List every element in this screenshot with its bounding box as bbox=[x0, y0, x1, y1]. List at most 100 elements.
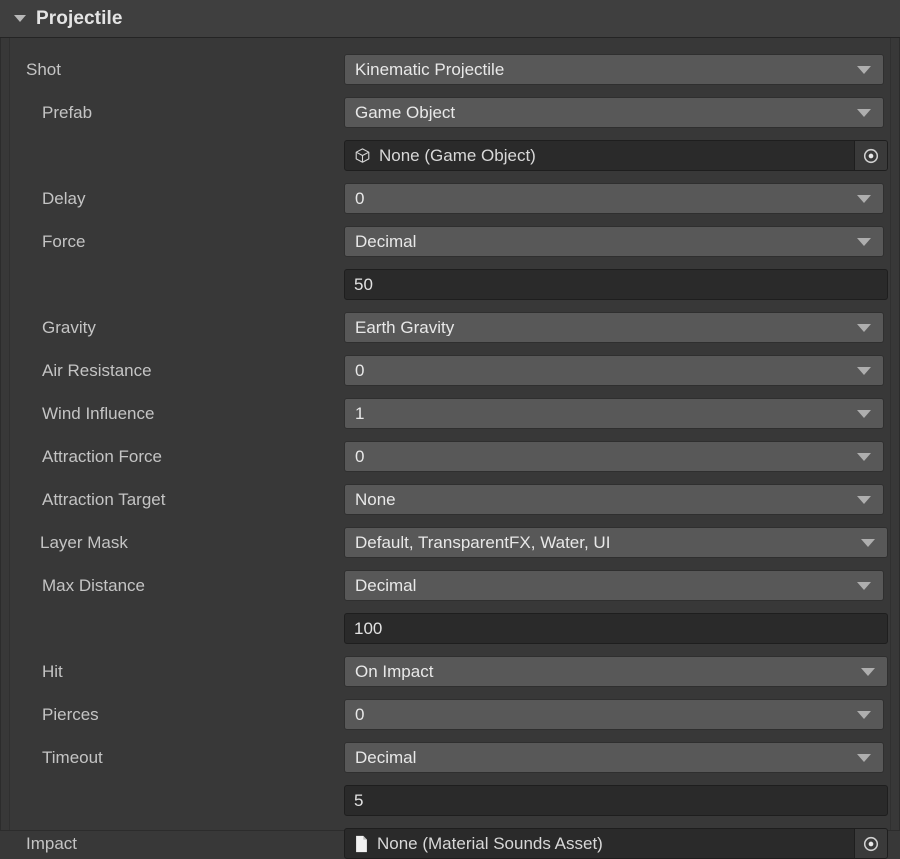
property-label-pierces: Pierces bbox=[42, 705, 99, 724]
property-row: Attraction Target None bbox=[10, 484, 890, 515]
property-row: Pierces 0 bbox=[10, 699, 890, 730]
object-field-value: None (Material Sounds Asset) bbox=[377, 834, 603, 853]
component-body: Shot Kinematic Projectile Prefab Game Objec… bbox=[0, 38, 900, 859]
property-row: 100 bbox=[10, 613, 890, 644]
property-row: Layer Mask Default, TransparentFX, Water,… bbox=[10, 527, 890, 558]
property-row: Air Resistance 0 bbox=[10, 355, 890, 386]
property-row: Wind Influence 1 bbox=[10, 398, 890, 429]
property-row: Hit On Impact bbox=[10, 656, 890, 687]
text-input-value: 100 bbox=[354, 619, 383, 638]
object-picker-icon[interactable] bbox=[862, 835, 880, 853]
dropdown-value: On Impact bbox=[355, 663, 434, 680]
text-input-value-17[interactable]: 5 bbox=[344, 785, 888, 816]
chevron-down-icon[interactable] bbox=[857, 409, 871, 418]
dropdown-value: Decimal bbox=[355, 233, 417, 250]
cube-icon bbox=[354, 147, 371, 164]
text-input-value: 50 bbox=[354, 275, 373, 294]
property-row: Force Decimal bbox=[10, 226, 890, 257]
dropdown-value: Decimal bbox=[355, 577, 417, 594]
property-label-shot: Shot bbox=[26, 60, 61, 79]
dropdown-attraction-force[interactable]: 0 bbox=[344, 441, 884, 472]
chevron-down-icon[interactable] bbox=[857, 323, 871, 332]
dropdown-layer-mask[interactable]: Default, TransparentFX, Water, UI bbox=[344, 527, 888, 558]
dropdown-value: 0 bbox=[355, 190, 365, 207]
object-picker-button[interactable] bbox=[854, 141, 887, 170]
projectile-inspector-panel: Projectile Shot Kinematic Projectile Prefa… bbox=[0, 0, 900, 859]
dropdown-value: Game Object bbox=[355, 104, 456, 121]
chevron-down-icon[interactable] bbox=[861, 667, 875, 676]
dropdown-value: Kinematic Projectile bbox=[355, 61, 505, 78]
dropdown-delay[interactable]: 0 bbox=[344, 183, 884, 214]
fields-container: Shot Kinematic Projectile Prefab Game Objec… bbox=[9, 38, 891, 859]
dropdown-hit[interactable]: On Impact bbox=[344, 656, 888, 687]
chevron-down-icon[interactable] bbox=[857, 581, 871, 590]
chevron-down-icon[interactable] bbox=[857, 495, 871, 504]
dropdown-gravity[interactable]: Earth Gravity bbox=[344, 312, 884, 343]
dropdown-force[interactable]: Decimal bbox=[344, 226, 884, 257]
property-label-timeout: Timeout bbox=[42, 748, 103, 767]
dropdown-value: 0 bbox=[355, 448, 365, 465]
property-label-delay: Delay bbox=[42, 189, 86, 208]
text-input-value-5[interactable]: 50 bbox=[344, 269, 888, 300]
dropdown-pierces[interactable]: 0 bbox=[344, 699, 884, 730]
property-row: Prefab Game Object bbox=[10, 97, 890, 128]
chevron-down-icon[interactable] bbox=[857, 452, 871, 461]
dropdown-timeout[interactable]: Decimal bbox=[344, 742, 884, 773]
dropdown-wind-influence[interactable]: 1 bbox=[344, 398, 884, 429]
property-row: Timeout Decimal bbox=[10, 742, 890, 773]
property-label-wind-influence: Wind Influence bbox=[42, 404, 155, 423]
dropdown-value: Default, TransparentFX, Water, UI bbox=[355, 534, 611, 551]
property-row: 5 bbox=[10, 785, 890, 816]
property-label-air-resistance: Air Resistance bbox=[42, 361, 152, 380]
property-label-impact: Impact bbox=[26, 834, 78, 853]
property-row: Gravity Earth Gravity bbox=[10, 312, 890, 343]
property-row: 50 bbox=[10, 269, 890, 300]
property-label-hit: Hit bbox=[42, 662, 63, 681]
object-field-value: None (Game Object) bbox=[379, 146, 536, 165]
property-label-force: Force bbox=[42, 232, 86, 251]
chevron-down-icon[interactable] bbox=[857, 753, 871, 762]
property-label-gravity: Gravity bbox=[42, 318, 96, 337]
object-field-impact[interactable]: None (Material Sounds Asset) bbox=[344, 828, 888, 859]
dropdown-value: None bbox=[355, 491, 396, 508]
dropdown-shot[interactable]: Kinematic Projectile bbox=[344, 54, 884, 85]
property-row: Delay 0 bbox=[10, 183, 890, 214]
dropdown-value: 1 bbox=[355, 405, 365, 422]
cube-icon bbox=[355, 148, 370, 163]
chevron-down-icon[interactable] bbox=[861, 538, 875, 547]
property-label-attraction-force: Attraction Force bbox=[42, 447, 162, 466]
property-row: Impact None (Material Sounds Asset) bbox=[10, 828, 890, 859]
text-input-value: 5 bbox=[354, 791, 364, 810]
object-picker-icon[interactable] bbox=[862, 147, 880, 165]
chevron-down-icon[interactable] bbox=[14, 15, 26, 22]
dropdown-air-resistance[interactable]: 0 bbox=[344, 355, 884, 386]
property-row: Attraction Force 0 bbox=[10, 441, 890, 472]
component-header[interactable]: Projectile bbox=[0, 0, 900, 38]
document-icon bbox=[356, 835, 367, 852]
object-picker-button[interactable] bbox=[854, 829, 887, 858]
property-row: None (Game Object) bbox=[10, 140, 890, 171]
dropdown-value: 0 bbox=[355, 706, 365, 723]
dropdown-value: Earth Gravity bbox=[355, 319, 455, 336]
dropdown-max-distance[interactable]: Decimal bbox=[344, 570, 884, 601]
property-row: Max Distance Decimal bbox=[10, 570, 890, 601]
dropdown-attraction-target[interactable]: None bbox=[344, 484, 884, 515]
page-title: Projectile bbox=[36, 7, 123, 29]
property-label-max-distance: Max Distance bbox=[42, 576, 145, 595]
chevron-down-icon[interactable] bbox=[857, 194, 871, 203]
chevron-down-icon[interactable] bbox=[857, 710, 871, 719]
property-label-prefab: Prefab bbox=[42, 103, 93, 122]
document-icon bbox=[354, 835, 369, 853]
chevron-down-icon[interactable] bbox=[857, 237, 871, 246]
property-row: Shot Kinematic Projectile bbox=[10, 54, 890, 85]
dropdown-value: Decimal bbox=[355, 749, 417, 766]
property-label-attraction-target: Attraction Target bbox=[42, 490, 166, 509]
property-label-layer-mask: Layer Mask bbox=[40, 533, 128, 552]
chevron-down-icon[interactable] bbox=[857, 366, 871, 375]
chevron-down-icon[interactable] bbox=[857, 108, 871, 117]
text-input-value-13[interactable]: 100 bbox=[344, 613, 888, 644]
chevron-down-icon[interactable] bbox=[857, 65, 871, 74]
dropdown-prefab[interactable]: Game Object bbox=[344, 97, 884, 128]
object-field-value-2[interactable]: None (Game Object) bbox=[344, 140, 888, 171]
dropdown-value: 0 bbox=[355, 362, 365, 379]
